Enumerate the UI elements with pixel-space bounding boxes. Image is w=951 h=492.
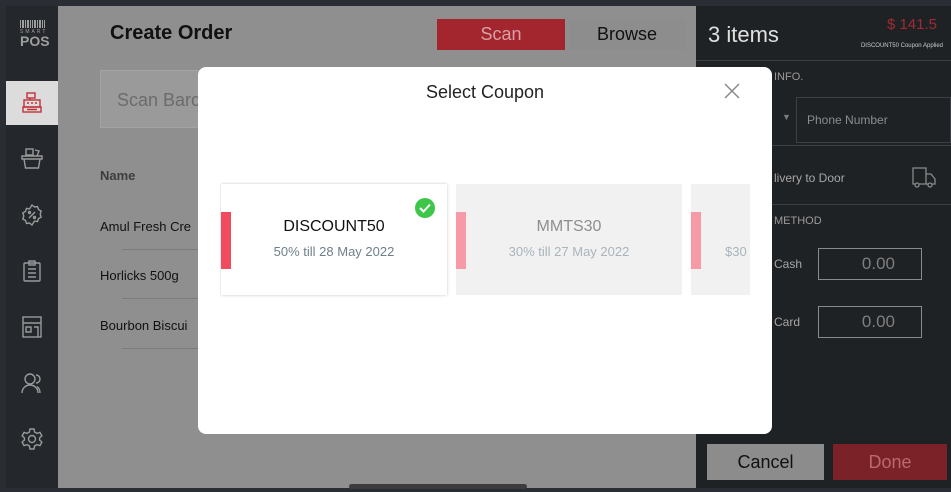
dialog-title: Select Coupon bbox=[425, 82, 545, 102]
phone-placeholder: Phone Number bbox=[807, 113, 888, 127]
payment-method-label: METHOD bbox=[774, 215, 822, 227]
close-icon[interactable] bbox=[722, 81, 742, 101]
settings-gear-icon bbox=[21, 428, 43, 450]
basket-icon bbox=[21, 148, 43, 169]
coupon-description: $30 bbox=[725, 244, 747, 259]
nav-item-products[interactable] bbox=[6, 137, 58, 181]
divider bbox=[696, 60, 951, 61]
coupon-applied-text: DISCOUNT50 Coupon Applied bbox=[860, 43, 943, 49]
coupon-card-mmts30[interactable]: MMTS30 30% till 27 May 2022 bbox=[456, 184, 682, 295]
search-placeholder: Scan Barc bbox=[117, 90, 201, 110]
cash-amount-value: 0.00 bbox=[861, 254, 895, 273]
tab-scan[interactable]: Scan bbox=[437, 19, 565, 50]
delivery-truck-icon[interactable] bbox=[911, 165, 937, 189]
tab-browse[interactable]: Browse bbox=[569, 19, 685, 50]
cash-amount-input[interactable]: 0.00 bbox=[818, 248, 922, 280]
barcode-icon bbox=[20, 20, 48, 28]
select-coupon-dialog: Select Coupon DISCOUNT50 50% till 28 May… bbox=[198, 67, 772, 434]
product-row-name[interactable]: Horlicks 500g bbox=[100, 268, 179, 283]
cash-register-icon bbox=[22, 92, 42, 113]
coupon-list[interactable]: DISCOUNT50 50% till 28 May 2022 MMTS30 3… bbox=[220, 182, 750, 298]
nav-item-orders[interactable] bbox=[6, 249, 58, 293]
selected-check-icon bbox=[415, 198, 435, 218]
delivery-label: livery to Door bbox=[774, 171, 845, 185]
coupon-card-partial[interactable]: $30 bbox=[691, 184, 750, 295]
product-row-name[interactable]: Amul Fresh Cre bbox=[100, 219, 191, 234]
payment-cash-label: Cash bbox=[774, 257, 803, 271]
product-row-name[interactable]: Bourbon Biscui bbox=[100, 318, 187, 333]
app-logo: SMART POS bbox=[20, 20, 50, 50]
clipboard-icon bbox=[23, 260, 41, 282]
phone-number-input[interactable]: Phone Number bbox=[796, 97, 951, 143]
coupon-description: 30% till 27 May 2022 bbox=[508, 244, 630, 259]
nav-item-store[interactable] bbox=[6, 305, 58, 349]
store-icon bbox=[22, 316, 42, 338]
nav-item-customers[interactable] bbox=[6, 361, 58, 405]
discount-badge-icon bbox=[21, 203, 43, 227]
nav-item-discounts[interactable] bbox=[6, 193, 58, 237]
sidebar: SMART POS bbox=[6, 6, 58, 488]
coupon-stripe bbox=[691, 212, 701, 269]
column-header-name: Name bbox=[100, 168, 136, 183]
chevron-down-icon[interactable]: ▼ bbox=[782, 112, 791, 122]
coupon-card-discount50[interactable]: DISCOUNT50 50% till 28 May 2022 bbox=[221, 184, 447, 295]
coupon-code: MMTS30 bbox=[536, 218, 602, 235]
users-icon bbox=[21, 373, 41, 394]
coupon-code: DISCOUNT50 bbox=[283, 218, 385, 235]
card-amount-input[interactable]: 0.00 bbox=[818, 306, 922, 338]
coupon-description: 50% till 28 May 2022 bbox=[273, 244, 395, 259]
payment-card-label: Card bbox=[774, 315, 801, 329]
card-amount-value: 0.00 bbox=[861, 312, 895, 331]
logo-pos-text: POS bbox=[20, 33, 50, 49]
page-title: Create Order bbox=[110, 22, 233, 44]
nav-item-settings[interactable] bbox=[6, 417, 58, 461]
home-indicator bbox=[349, 484, 527, 489]
cancel-button[interactable]: Cancel bbox=[707, 444, 824, 480]
items-count: 3 items bbox=[708, 22, 779, 47]
order-total: $ 141.5 bbox=[886, 16, 937, 33]
nav-item-create-order[interactable] bbox=[6, 81, 58, 125]
customer-info-label: INFO. bbox=[774, 71, 804, 83]
done-button[interactable]: Done bbox=[833, 444, 947, 480]
